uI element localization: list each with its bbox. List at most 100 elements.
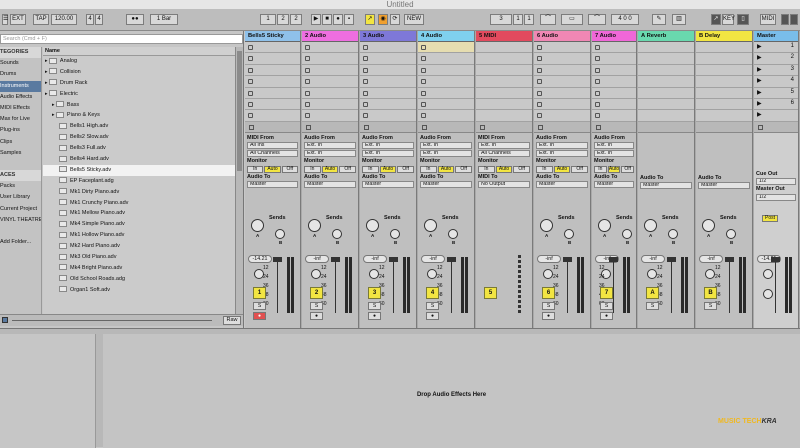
monitor-off-button[interactable]: Off bbox=[397, 165, 415, 173]
midi-map-button[interactable]: MIDI bbox=[760, 14, 776, 25]
tap-tempo-button[interactable]: TAP bbox=[33, 14, 49, 25]
volume-field[interactable]: -14.21 bbox=[248, 254, 272, 263]
track-title[interactable]: A Reverb bbox=[638, 31, 694, 42]
scrollbar-thumb[interactable] bbox=[237, 51, 242, 171]
clip-slot-button-icon[interactable] bbox=[363, 101, 368, 107]
io-dropdown[interactable]: Master bbox=[640, 182, 692, 190]
browser-category[interactable]: Audio Effects bbox=[0, 92, 41, 103]
return-activator-button[interactable]: B bbox=[704, 286, 717, 299]
browser-file-item[interactable]: Bells2 Slow.adv bbox=[43, 132, 235, 143]
track-5[interactable]: 5 MIDI MIDI From Ext. In All Channels Monito… bbox=[476, 31, 533, 328]
io-dropdown[interactable]: All Channels bbox=[478, 150, 530, 158]
solo-button[interactable]: S bbox=[368, 301, 381, 310]
clip-slot[interactable] bbox=[534, 64, 590, 77]
clip-slot-button-icon[interactable] bbox=[305, 79, 310, 85]
clip-slot[interactable] bbox=[476, 76, 532, 88]
pan-knob[interactable] bbox=[705, 268, 715, 279]
loop-switch-icon[interactable]: ▭ bbox=[561, 14, 583, 25]
loop-length-field[interactable]: 4 0 0 bbox=[611, 14, 639, 25]
clip-slot[interactable] bbox=[638, 87, 694, 99]
volume-fader[interactable] bbox=[609, 256, 618, 313]
send-a-knob[interactable] bbox=[366, 218, 379, 232]
scene-launch-icon[interactable]: ▶ bbox=[757, 43, 762, 50]
clip-slot[interactable] bbox=[245, 87, 300, 99]
volume-field[interactable]: -inf bbox=[421, 254, 445, 263]
clip-slot-button-icon[interactable] bbox=[421, 45, 426, 50]
clip-slot[interactable] bbox=[302, 110, 358, 122]
clip-slot-button-icon[interactable] bbox=[595, 79, 600, 85]
clip-slot[interactable] bbox=[476, 64, 532, 77]
browser-file-item[interactable]: Bells1 High.adv bbox=[43, 121, 235, 132]
clip-slot[interactable]: ▶ 3 bbox=[754, 64, 798, 77]
track-title[interactable]: Bells5 Sticky bbox=[245, 31, 300, 42]
monitor-in-button[interactable]: In bbox=[594, 165, 607, 173]
clip-slot[interactable] bbox=[592, 76, 636, 88]
time-signature-denominator[interactable]: 4 bbox=[95, 14, 103, 25]
clip-slot[interactable] bbox=[592, 64, 636, 77]
clip-slot[interactable] bbox=[360, 64, 416, 77]
monitor-auto-button[interactable]: Auto bbox=[437, 165, 455, 173]
fader-cap[interactable] bbox=[609, 256, 618, 262]
metronome-button[interactable]: ●● bbox=[126, 14, 144, 25]
track-activator-button[interactable]: 2 bbox=[310, 286, 323, 299]
browser-category[interactable]: MIDI Effects bbox=[0, 103, 41, 114]
clip-slot[interactable]: ▶ 4 bbox=[754, 76, 798, 88]
monitor-off-button[interactable]: Off bbox=[339, 165, 357, 173]
send-a-knob[interactable] bbox=[644, 218, 657, 232]
browser-category[interactable]: User Library bbox=[0, 192, 41, 203]
io-dropdown[interactable]: Master bbox=[594, 180, 634, 188]
fader-cap[interactable] bbox=[273, 256, 282, 262]
raw-button[interactable]: Raw bbox=[223, 316, 241, 325]
clip-slot[interactable] bbox=[418, 98, 474, 111]
arm-button[interactable]: ● bbox=[253, 311, 266, 320]
clip-slot[interactable] bbox=[476, 98, 532, 111]
monitor-auto-button[interactable]: Auto bbox=[264, 165, 281, 173]
track-title[interactable]: 3 Audio bbox=[360, 31, 416, 42]
clip-slot[interactable] bbox=[592, 110, 636, 122]
monitor-in-button[interactable]: In bbox=[536, 165, 553, 173]
send-b-knob[interactable] bbox=[448, 228, 458, 239]
send-a-knob[interactable] bbox=[598, 218, 611, 232]
track-8[interactable]: A Reverb Audio To Master Sends A B -inf 12 24 36 4… bbox=[638, 31, 695, 328]
solo-button[interactable]: S bbox=[704, 301, 717, 310]
tempo-field[interactable]: 120.00 bbox=[51, 14, 77, 25]
send-b-knob[interactable] bbox=[564, 228, 574, 239]
monitor-off-button[interactable]: Off bbox=[281, 165, 298, 173]
browser-file-item[interactable]: Mk1 Hollow Piano.adv bbox=[43, 230, 235, 241]
io-dropdown[interactable]: Master bbox=[362, 180, 414, 188]
clip-slot[interactable] bbox=[302, 53, 358, 65]
clip-slot[interactable] bbox=[245, 64, 300, 77]
clip-slot[interactable]: ▶ 6 bbox=[754, 98, 798, 111]
pan-knob[interactable] bbox=[647, 268, 657, 279]
clip-slot[interactable] bbox=[534, 87, 590, 99]
browser-category[interactable]: Add Folder... bbox=[0, 237, 41, 248]
clip-slot-button-icon[interactable] bbox=[595, 45, 600, 50]
loop-start-beat[interactable]: 1 bbox=[513, 14, 523, 25]
clip-slot[interactable] bbox=[360, 98, 416, 111]
track-activator-button[interactable]: 5 bbox=[484, 286, 497, 299]
solo-button[interactable]: S bbox=[253, 301, 266, 310]
clip-slot-button-icon[interactable] bbox=[363, 45, 368, 50]
clip-slot[interactable] bbox=[418, 53, 474, 65]
browser-file-item[interactable]: Old School Roads.adg bbox=[43, 274, 235, 285]
browser-category[interactable]: Clips bbox=[0, 137, 41, 148]
pan-knob[interactable] bbox=[369, 268, 379, 279]
clip-slot-button-icon[interactable] bbox=[248, 101, 253, 107]
clip-slot[interactable] bbox=[360, 42, 416, 54]
send-b-knob[interactable] bbox=[390, 228, 400, 239]
clip-slot[interactable] bbox=[302, 64, 358, 77]
browser-file-item[interactable]: Mk4 Bright Piano.adv bbox=[43, 263, 235, 274]
io-dropdown[interactable]: Master bbox=[304, 180, 356, 188]
capture-icon[interactable]: ⟳ bbox=[390, 14, 400, 25]
clip-slot-button-icon[interactable] bbox=[363, 56, 368, 62]
key-map-button[interactable]: KEY bbox=[722, 14, 735, 25]
clip-slot[interactable] bbox=[592, 53, 636, 65]
monitor-in-button[interactable]: In bbox=[420, 165, 437, 173]
play-icon[interactable]: ▶ bbox=[311, 14, 321, 25]
io-dropdown[interactable]: Ext. In bbox=[304, 142, 356, 150]
monitor-off-button[interactable]: Off bbox=[513, 165, 531, 173]
clip-slot-button-icon[interactable] bbox=[421, 90, 426, 96]
clip-slot[interactable] bbox=[696, 42, 752, 54]
io-dropdown[interactable]: Ext. In bbox=[594, 150, 634, 158]
clip-slot[interactable] bbox=[592, 87, 636, 99]
